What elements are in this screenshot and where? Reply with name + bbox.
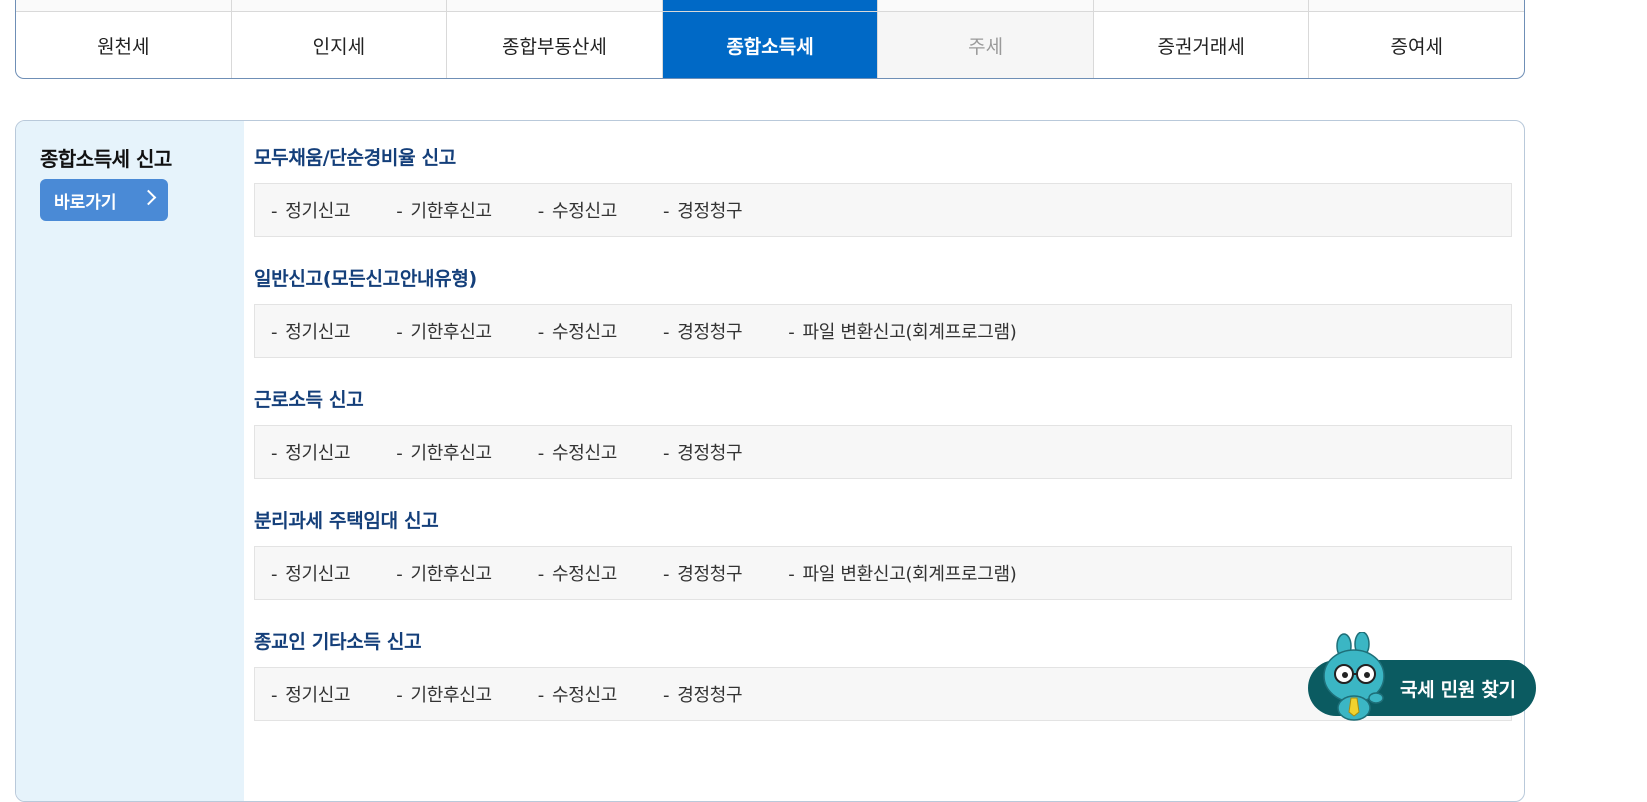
link-regular-filing[interactable]: - 정기신고 (271, 681, 351, 707)
link-late-filing[interactable]: - 기한후신고 (396, 197, 492, 223)
shortcut-button[interactable]: 바로가기 (40, 179, 168, 221)
links-box: - 정기신고 - 기한후신고 - 수정신고 - 경정청구 (254, 425, 1512, 479)
link-late-filing[interactable]: - 기한후신고 (396, 439, 492, 465)
link-late-filing[interactable]: - 기한후신고 (396, 318, 492, 344)
mascot-icon (1323, 632, 1385, 721)
link-regular-filing[interactable]: - 정기신고 (271, 318, 351, 344)
links-box: - 정기신고 - 기한후신고 - 수정신고 - 경정청구 (254, 183, 1512, 237)
link-file-conversion-filing[interactable]: - 파일 변환신고(회계프로그램) (788, 560, 1017, 586)
link-correction-claim[interactable]: - 경정청구 (663, 318, 743, 344)
section-title: 분리과세 주택임대 신고 (254, 510, 439, 532)
links-box: - 정기신고 - 기한후신고 - 수정신고 - 경정청구 - 파일 변환신고(회계프로그램… (254, 304, 1512, 358)
tax-type-tabs: 원천세 인지세 종합부동산세 종합소득세 주세 증권거래세 증여세 (15, 0, 1525, 79)
link-amended-filing[interactable]: - 수정신고 (538, 439, 618, 465)
shortcut-button-label: 바로가기 (54, 192, 117, 213)
link-late-filing[interactable]: - 기한후신고 (396, 681, 492, 707)
civil-service-finder-label: 국세 민원 찾기 (1400, 678, 1516, 701)
tabs-row: 원천세 인지세 종합부동산세 종합소득세 주세 증권거래세 증여세 (16, 12, 1524, 78)
tab-global-income-tax[interactable]: 종합소득세 (662, 12, 879, 78)
link-amended-filing[interactable]: - 수정신고 (538, 318, 618, 344)
link-correction-claim[interactable]: - 경정청구 (663, 439, 743, 465)
tab-comprehensive-real-estate-tax[interactable]: 종합부동산세 (447, 12, 663, 78)
filing-panel: 종합소득세 신고 바로가기 모두채움/단순경비율 신고 - 정기신고 - 기한후신고… (15, 120, 1525, 802)
link-late-filing[interactable]: - 기한후신고 (396, 560, 492, 586)
tab-securities-transaction-tax[interactable]: 증권거래세 (1094, 12, 1310, 78)
panel-title: 종합소득세 신고 (40, 147, 172, 171)
links-box: - 정기신고 - 기한후신고 - 수정신고 - 경정청구 - 파일 변환신고(회계프로그램… (254, 546, 1512, 600)
link-correction-claim[interactable]: - 경정청구 (663, 681, 743, 707)
link-correction-claim[interactable]: - 경정청구 (663, 197, 743, 223)
section-title: 근로소득 신고 (254, 389, 364, 411)
link-amended-filing[interactable]: - 수정신고 (538, 681, 618, 707)
chevron-right-icon (140, 189, 157, 206)
link-amended-filing[interactable]: - 수정신고 (538, 560, 618, 586)
section-title: 모두채움/단순경비율 신고 (254, 147, 456, 169)
link-file-conversion-filing[interactable]: - 파일 변환신고(회계프로그램) (788, 318, 1017, 344)
tab-liquor-tax[interactable]: 주세 (878, 12, 1094, 78)
link-regular-filing[interactable]: - 정기신고 (271, 439, 351, 465)
panel-sidebar: 종합소득세 신고 바로가기 (16, 121, 244, 801)
section-title: 일반신고(모든신고안내유형) (254, 268, 477, 290)
link-regular-filing[interactable]: - 정기신고 (271, 197, 351, 223)
tab-stamp-tax[interactable]: 인지세 (232, 12, 448, 78)
link-regular-filing[interactable]: - 정기신고 (271, 560, 351, 586)
link-correction-claim[interactable]: - 경정청구 (663, 560, 743, 586)
link-amended-filing[interactable]: - 수정신고 (538, 197, 618, 223)
tab-withholding-tax[interactable]: 원천세 (16, 12, 232, 78)
section-title: 종교인 기타소득 신고 (254, 631, 422, 653)
tab-gift-tax[interactable]: 증여세 (1309, 12, 1524, 78)
tabs-previous-row (16, 0, 1524, 12)
